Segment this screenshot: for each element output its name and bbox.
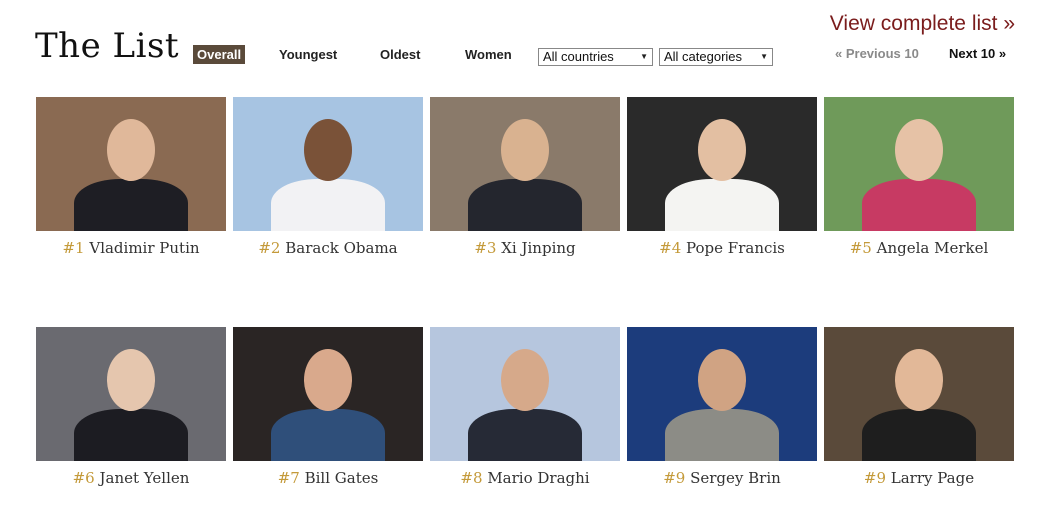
person-caption[interactable]: #7 Bill Gates xyxy=(233,469,423,487)
person-card[interactable]: #2 Barack Obama xyxy=(233,97,423,257)
person-name: Sergey Brin xyxy=(690,469,781,487)
person-caption[interactable]: #2 Barack Obama xyxy=(233,239,423,257)
person-photo-body xyxy=(862,409,976,461)
person-name: Janet Yellen xyxy=(99,469,190,487)
person-card[interactable]: #9 Sergey Brin xyxy=(627,327,817,487)
country-select[interactable]: All countries ▼ xyxy=(538,48,653,66)
person-rank: #3 xyxy=(474,239,497,257)
person-caption[interactable]: #3 Xi Jinping xyxy=(430,239,620,257)
person-caption[interactable]: #1 Vladimir Putin xyxy=(36,239,226,257)
person-rank: #8 xyxy=(460,469,483,487)
person-photo-body xyxy=(468,179,582,231)
person-photo-body xyxy=(271,179,385,231)
tab-overall[interactable]: Overall xyxy=(193,45,246,64)
person-photo[interactable] xyxy=(627,97,817,231)
person-rank: #7 xyxy=(277,469,300,487)
person-card[interactable]: #6 Janet Yellen xyxy=(36,327,226,487)
person-rank: #9 xyxy=(663,469,686,487)
person-rank: #4 xyxy=(659,239,682,257)
person-photo[interactable] xyxy=(430,97,620,231)
page-title: The List xyxy=(35,26,180,66)
person-card[interactable]: #9 Larry Page xyxy=(824,327,1014,487)
person-photo-head xyxy=(107,349,155,411)
person-photo[interactable] xyxy=(824,327,1014,461)
tab-women[interactable]: Women xyxy=(465,45,512,64)
person-caption[interactable]: #9 Sergey Brin xyxy=(627,469,817,487)
person-photo-head xyxy=(304,349,352,411)
person-photo[interactable] xyxy=(233,327,423,461)
person-photo-head xyxy=(107,119,155,181)
person-caption[interactable]: #9 Larry Page xyxy=(824,469,1014,487)
person-photo-head xyxy=(304,119,352,181)
chevron-down-icon: ▼ xyxy=(760,52,768,61)
person-photo-body xyxy=(74,409,188,461)
person-name: Barack Obama xyxy=(285,239,398,257)
person-photo[interactable] xyxy=(36,97,226,231)
country-select-value: All countries xyxy=(543,49,614,64)
person-card[interactable]: #1 Vladimir Putin xyxy=(36,97,226,257)
person-rank: #5 xyxy=(849,239,872,257)
person-name: Mario Draghi xyxy=(487,469,590,487)
person-card[interactable]: #3 Xi Jinping xyxy=(430,97,620,257)
person-caption[interactable]: #5 Angela Merkel xyxy=(824,239,1014,257)
person-rank: #1 xyxy=(62,239,85,257)
person-rank: #2 xyxy=(258,239,281,257)
person-photo-head xyxy=(895,349,943,411)
view-complete-list-link[interactable]: View complete list » xyxy=(830,12,1015,36)
person-photo-body xyxy=(74,179,188,231)
person-photo[interactable] xyxy=(233,97,423,231)
person-name: Bill Gates xyxy=(304,469,379,487)
tab-oldest[interactable]: Oldest xyxy=(380,45,420,64)
person-photo-body xyxy=(862,179,976,231)
person-photo-body xyxy=(665,179,779,231)
person-rank: #6 xyxy=(72,469,95,487)
person-rank: #9 xyxy=(863,469,886,487)
person-photo[interactable] xyxy=(36,327,226,461)
person-photo[interactable] xyxy=(430,327,620,461)
previous-10-link[interactable]: « Previous 10 xyxy=(835,46,919,61)
person-photo-body xyxy=(665,409,779,461)
person-photo-head xyxy=(501,349,549,411)
person-caption[interactable]: #8 Mario Draghi xyxy=(430,469,620,487)
person-photo[interactable] xyxy=(824,97,1014,231)
person-name: Xi Jinping xyxy=(501,239,576,257)
person-card[interactable]: #7 Bill Gates xyxy=(233,327,423,487)
person-name: Angela Merkel xyxy=(876,239,989,257)
person-photo-body xyxy=(468,409,582,461)
person-caption[interactable]: #6 Janet Yellen xyxy=(36,469,226,487)
person-name: Pope Francis xyxy=(686,239,785,257)
person-name: Vladimir Putin xyxy=(89,239,200,257)
next-10-link[interactable]: Next 10 » xyxy=(949,46,1006,61)
tab-youngest[interactable]: Youngest xyxy=(279,45,337,64)
person-card[interactable]: #5 Angela Merkel xyxy=(824,97,1014,257)
person-name: Larry Page xyxy=(890,469,975,487)
person-caption[interactable]: #4 Pope Francis xyxy=(627,239,817,257)
person-photo-head xyxy=(501,119,549,181)
person-photo-head xyxy=(698,119,746,181)
person-card[interactable]: #4 Pope Francis xyxy=(627,97,817,257)
person-photo-head xyxy=(895,119,943,181)
category-select[interactable]: All categories ▼ xyxy=(659,48,773,66)
category-select-value: All categories xyxy=(664,49,743,64)
person-photo[interactable] xyxy=(627,327,817,461)
chevron-down-icon: ▼ xyxy=(640,52,648,61)
person-card[interactable]: #8 Mario Draghi xyxy=(430,327,620,487)
person-photo-body xyxy=(271,409,385,461)
person-photo-head xyxy=(698,349,746,411)
